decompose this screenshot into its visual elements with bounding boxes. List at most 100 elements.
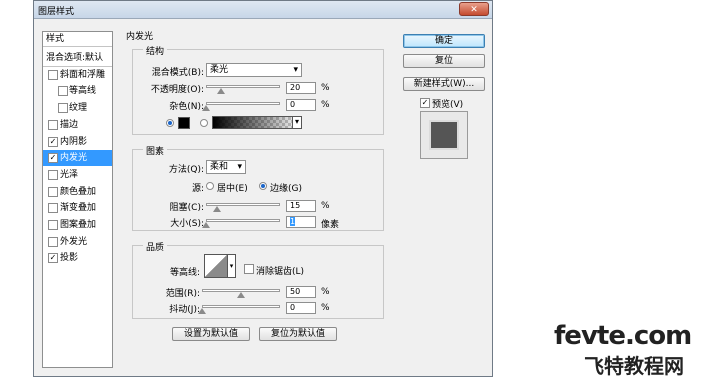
reset-button[interactable]: 复位 <box>403 54 485 68</box>
size-slider-track[interactable] <box>206 219 280 222</box>
range-slider-knob[interactable] <box>237 292 245 298</box>
source-center-label: 居中(E) <box>217 184 248 194</box>
title-bar[interactable]: 图层样式 ✕ <box>34 1 492 19</box>
size-label: 大小(S): <box>170 219 204 229</box>
style-checkbox[interactable]: ✓ <box>48 253 58 264</box>
style-item-label: 纹理 <box>69 103 88 114</box>
glow-color-swatch[interactable] <box>178 117 190 129</box>
opacity-input[interactable]: 20 <box>286 82 316 94</box>
antialias-label: 消除锯齿(L) <box>256 267 305 277</box>
style-checkbox[interactable] <box>58 103 68 114</box>
contour-preview[interactable] <box>204 254 228 278</box>
contour-label: 等高线: <box>169 268 200 278</box>
size-value: 1 <box>290 217 296 226</box>
style-checkbox[interactable] <box>48 186 58 197</box>
blend-mode-select[interactable]: 柔光 ▾ <box>206 63 302 77</box>
noise-label: 杂色(N): <box>169 102 204 112</box>
style-checkbox[interactable] <box>58 86 68 97</box>
noise-unit: % <box>321 100 330 110</box>
preview-label: 预览(V) <box>432 100 464 110</box>
style-checkbox[interactable]: ✓ <box>48 136 58 147</box>
style-checkbox[interactable] <box>48 169 58 180</box>
gradient-dropdown-icon[interactable]: ▾ <box>292 116 302 129</box>
noise-slider-knob[interactable] <box>202 105 210 111</box>
layer-style-dialog: 图层样式 ✕ 样式 混合选项:默认 斜面和浮雕 等高线 纹理 描边 ✓ 内阴影 ✓ 内发光 光泽颜… <box>33 0 493 377</box>
choke-input[interactable]: 15 <box>286 200 316 212</box>
size-input[interactable]: 1 <box>286 216 316 228</box>
method-select[interactable]: 柔和 ▾ <box>206 160 246 174</box>
preview-thumbnail <box>420 111 468 159</box>
style-item-label: 颜色叠加 <box>60 186 97 197</box>
style-item-label: 投影 <box>60 253 79 264</box>
jitter-slider-knob[interactable] <box>198 308 206 314</box>
style-item[interactable]: 纹理 <box>43 100 112 116</box>
color-mode-radio[interactable] <box>166 119 174 127</box>
style-checkbox[interactable] <box>48 69 58 80</box>
source-edge-radio[interactable] <box>259 182 267 190</box>
style-item[interactable]: ✓ 内阴影 <box>43 134 112 150</box>
source-center-radio[interactable] <box>206 182 214 190</box>
opacity-slider-knob[interactable] <box>216 88 225 94</box>
gradient-picker[interactable] <box>212 116 302 129</box>
style-item[interactable]: ✓ 内发光 <box>43 150 112 167</box>
style-item[interactable]: 描边 <box>43 117 112 133</box>
style-item-label: 等高线 <box>69 86 97 97</box>
jitter-slider-track[interactable] <box>202 305 280 308</box>
style-item[interactable]: 光泽 <box>43 167 112 183</box>
style-checkbox[interactable] <box>48 220 58 230</box>
jitter-label: 抖动(J): <box>169 305 200 315</box>
style-item[interactable]: 等高线 <box>43 83 112 99</box>
noise-input[interactable]: 0 <box>286 99 316 111</box>
style-item-label: 外发光 <box>60 236 88 247</box>
style-item-label: 渐变叠加 <box>60 203 97 214</box>
style-item[interactable]: 渐变叠加 <box>43 200 112 216</box>
blend-mode-value: 柔光 <box>210 65 229 75</box>
watermark-domain: fevte.com <box>554 321 692 351</box>
range-unit: % <box>321 287 330 297</box>
style-item-label: 内发光 <box>60 153 88 164</box>
new-style-button[interactable]: 新建样式(W)... <box>403 77 485 91</box>
size-slider-knob[interactable] <box>202 222 210 228</box>
style-item-label: 内阴影 <box>60 136 88 147</box>
set-default-button[interactable]: 设置为默认值 <box>172 327 250 341</box>
style-item-label: 斜面和浮雕 <box>60 69 106 80</box>
style-item-label: 图案叠加 <box>60 220 97 230</box>
style-item[interactable]: ✓ 投影 <box>43 250 112 266</box>
style-item[interactable]: 斜面和浮雕 <box>43 67 112 83</box>
noise-slider-track[interactable] <box>206 102 280 105</box>
style-checkbox[interactable] <box>48 203 58 214</box>
choke-label: 阻塞(C): <box>169 203 204 213</box>
styles-header[interactable]: 样式 <box>43 32 112 47</box>
style-checkbox[interactable] <box>48 236 58 247</box>
jitter-input[interactable]: 0 <box>286 302 316 314</box>
ok-button[interactable]: 确定 <box>403 34 485 48</box>
style-item-label: 描边 <box>60 119 79 130</box>
style-checkbox[interactable]: ✓ <box>48 153 58 164</box>
structure-title: 结构 <box>143 44 168 57</box>
style-item[interactable]: 外发光 <box>43 234 112 250</box>
range-input[interactable]: 50 <box>286 286 316 298</box>
styles-list: 样式 混合选项:默认 斜面和浮雕 等高线 纹理 描边 ✓ 内阴影 ✓ 内发光 光泽 颜色叠加 渐变叠加… <box>42 31 113 368</box>
chevron-down-icon: ▾ <box>237 162 242 172</box>
choke-slider-knob[interactable] <box>213 206 222 212</box>
antialias-checkbox[interactable] <box>244 264 254 274</box>
preview-checkbox[interactable]: ✓ <box>420 98 430 108</box>
style-checkbox[interactable] <box>48 119 58 130</box>
style-item[interactable]: 图案叠加 <box>43 217 112 233</box>
window-title: 图层样式 <box>38 7 75 17</box>
elements-title: 图素 <box>143 144 168 157</box>
style-item-label: 光泽 <box>60 169 79 180</box>
contour-dropdown-icon[interactable]: ▾ <box>228 254 236 278</box>
gradient-mode-radio[interactable] <box>200 119 208 127</box>
close-button[interactable]: ✕ <box>459 2 489 16</box>
range-label: 范围(R): <box>165 289 200 299</box>
opacity-unit: % <box>321 83 330 93</box>
source-edge-label: 边缘(G) <box>270 184 302 194</box>
style-item[interactable]: 混合选项:默认 <box>43 50 112 66</box>
blend-mode-label: 混合模式(B): <box>151 68 204 78</box>
source-label: 源: <box>191 184 204 194</box>
method-label: 方法(Q): <box>168 165 204 175</box>
reset-default-button[interactable]: 复位为默认值 <box>259 327 337 341</box>
quality-title: 品质 <box>143 240 168 253</box>
style-item[interactable]: 颜色叠加 <box>43 184 112 200</box>
